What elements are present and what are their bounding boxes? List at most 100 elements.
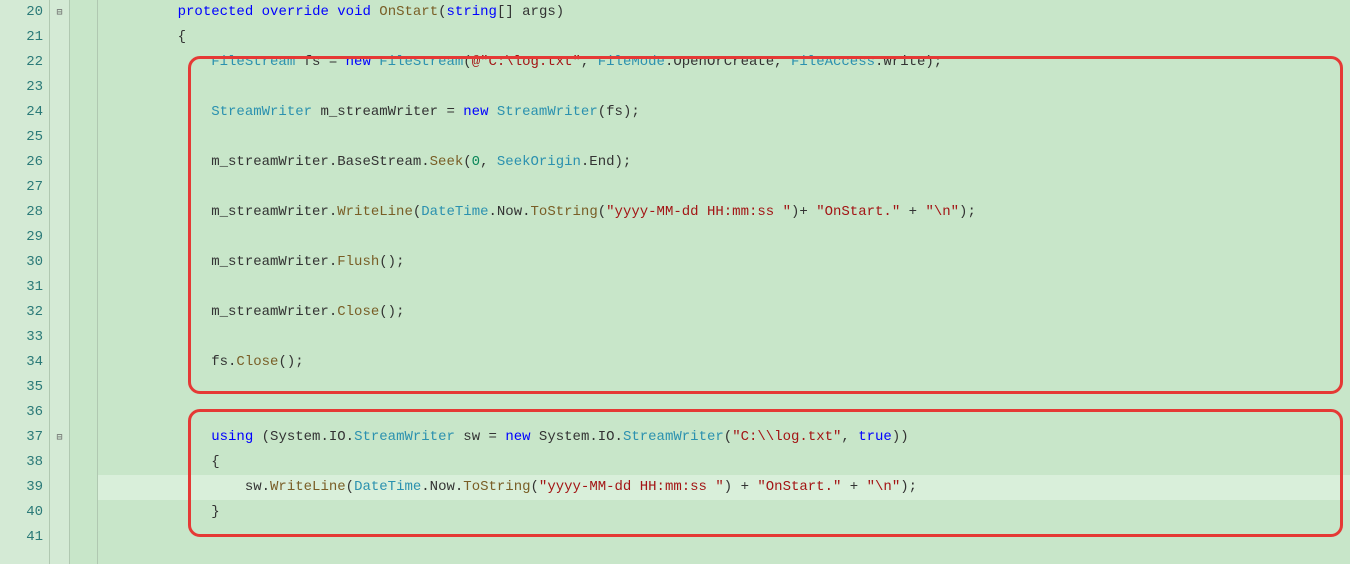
code-line[interactable]: m_streamWriter.Close();: [98, 300, 1350, 325]
line-number[interactable]: 25: [0, 125, 43, 150]
fold-marker: [50, 275, 69, 300]
code-token: StreamWriter: [623, 429, 724, 445]
code-line[interactable]: protected override void OnStart(string[]…: [98, 0, 1350, 25]
code-line[interactable]: StreamWriter m_streamWriter = new Stream…: [98, 100, 1350, 125]
fold-marker[interactable]: ⊟: [50, 425, 69, 450]
code-token: m_streamWriter.: [102, 304, 337, 320]
code-token: fs =: [295, 54, 345, 70]
code-line[interactable]: m_streamWriter.BaseStream.Seek(0, SeekOr…: [98, 150, 1350, 175]
line-number[interactable]: 32: [0, 300, 43, 325]
code-token: m_streamWriter =: [312, 104, 463, 120]
code-line[interactable]: fs.Close();: [98, 350, 1350, 375]
fold-marker: [50, 475, 69, 500]
line-number[interactable]: 28: [0, 200, 43, 225]
margin-strip: 🖉: [70, 0, 98, 564]
code-line[interactable]: FileStream fs = new FileStream(@"C:\log.…: [98, 50, 1350, 75]
fold-marker: [50, 175, 69, 200]
fold-marker: [50, 25, 69, 50]
fold-gutter: ⊟⊟: [50, 0, 70, 564]
code-line[interactable]: [98, 375, 1350, 400]
code-line[interactable]: [98, 175, 1350, 200]
code-token: FileStream: [379, 54, 463, 70]
fold-marker: [50, 325, 69, 350]
code-token: ) +: [724, 479, 758, 495]
line-number[interactable]: 27: [0, 175, 43, 200]
code-line[interactable]: {: [98, 450, 1350, 475]
fold-marker: [50, 225, 69, 250]
line-number[interactable]: 24: [0, 100, 43, 125]
code-token: "OnStart.": [757, 479, 841, 495]
code-token: {: [102, 454, 220, 470]
code-token: [102, 104, 211, 120]
code-editor-area[interactable]: protected override void OnStart(string[]…: [98, 0, 1350, 564]
margin-cell: [70, 100, 97, 125]
code-token: .OpenOrCreate,: [665, 54, 791, 70]
code-token: Seek: [430, 154, 464, 170]
margin-cell: [70, 225, 97, 250]
code-line[interactable]: [98, 325, 1350, 350]
code-token: [102, 4, 178, 20]
code-line[interactable]: }: [98, 500, 1350, 525]
code-token: m_streamWriter.: [102, 254, 337, 270]
code-line[interactable]: m_streamWriter.WriteLine(DateTime.Now.To…: [98, 200, 1350, 225]
line-number[interactable]: 40: [0, 500, 43, 525]
code-line[interactable]: [98, 525, 1350, 550]
line-number[interactable]: 23: [0, 75, 43, 100]
code-token: ToString: [531, 204, 598, 220]
margin-cell: [70, 300, 97, 325]
line-number[interactable]: 29: [0, 225, 43, 250]
line-number[interactable]: 31: [0, 275, 43, 300]
code-token: true: [858, 429, 892, 445]
line-number[interactable]: 41: [0, 525, 43, 550]
code-token: (: [531, 479, 539, 495]
code-token: StreamWriter: [211, 104, 312, 120]
line-number[interactable]: 36: [0, 400, 43, 425]
code-token: SeekOrigin: [497, 154, 581, 170]
fold-marker: [50, 400, 69, 425]
code-token: WriteLine: [337, 204, 413, 220]
line-number[interactable]: 22: [0, 50, 43, 75]
margin-cell: [70, 525, 97, 550]
code-token: Close: [236, 354, 278, 370]
code-token: DateTime: [354, 479, 421, 495]
code-line[interactable]: sw.WriteLine(DateTime.Now.ToString("yyyy…: [98, 475, 1350, 500]
code-token: (: [724, 429, 732, 445]
code-token: [489, 104, 497, 120]
code-line[interactable]: m_streamWriter.Flush();: [98, 250, 1350, 275]
line-number[interactable]: 38: [0, 450, 43, 475]
line-number[interactable]: 37: [0, 425, 43, 450]
fold-marker: [50, 50, 69, 75]
fold-marker: [50, 200, 69, 225]
code-line[interactable]: [98, 75, 1350, 100]
code-line[interactable]: {: [98, 25, 1350, 50]
line-number[interactable]: 21: [0, 25, 43, 50]
code-line[interactable]: [98, 125, 1350, 150]
line-number[interactable]: 35: [0, 375, 43, 400]
code-token: args: [522, 4, 556, 20]
fold-marker: [50, 500, 69, 525]
margin-cell: [70, 0, 97, 25]
line-number[interactable]: 20: [0, 0, 43, 25]
code-token: WriteLine: [270, 479, 346, 495]
code-token: "\n": [925, 204, 959, 220]
code-line[interactable]: [98, 400, 1350, 425]
fold-marker[interactable]: ⊟: [50, 0, 69, 25]
margin-cell: [70, 275, 97, 300]
code-line[interactable]: using (System.IO.StreamWriter sw = new S…: [98, 425, 1350, 450]
line-number[interactable]: 34: [0, 350, 43, 375]
code-token: .Now.: [489, 204, 531, 220]
code-token: sw.: [102, 479, 270, 495]
code-line[interactable]: [98, 275, 1350, 300]
code-token: ();: [379, 254, 404, 270]
margin-cell: [70, 475, 97, 500]
line-number[interactable]: 26: [0, 150, 43, 175]
code-token: (: [598, 204, 606, 220]
line-number[interactable]: 30: [0, 250, 43, 275]
code-line[interactable]: [98, 225, 1350, 250]
code-token: +: [841, 479, 866, 495]
margin-cell: [70, 425, 97, 450]
line-number[interactable]: 33: [0, 325, 43, 350]
line-number[interactable]: 39: [0, 475, 43, 500]
margin-cell: [70, 25, 97, 50]
code-token: )): [892, 429, 909, 445]
